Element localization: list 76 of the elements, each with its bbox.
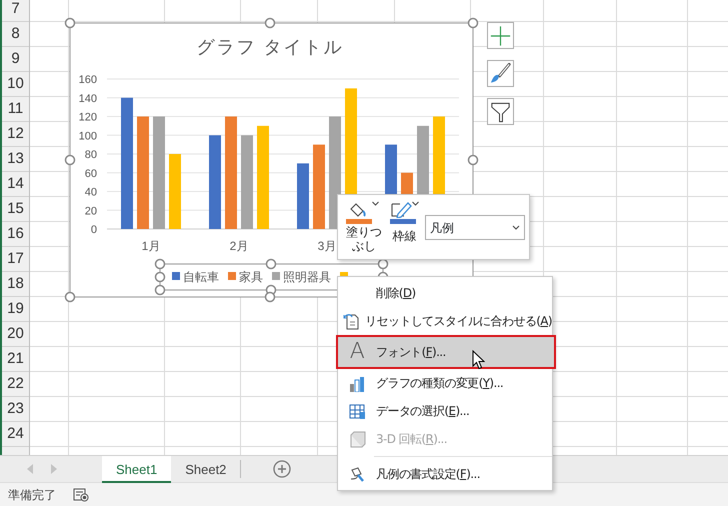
bar-chart-icon bbox=[348, 374, 366, 392]
font-icon: A bbox=[350, 341, 364, 363]
scroll-right-icon bbox=[50, 464, 58, 474]
row-header[interactable]: 11 bbox=[2, 97, 29, 122]
row-header[interactable]: 15 bbox=[2, 197, 29, 222]
row-header[interactable]: 24 bbox=[2, 422, 29, 447]
resize-handle[interactable] bbox=[154, 258, 166, 270]
row-header[interactable]: 10 bbox=[2, 72, 29, 97]
menu-item[interactable]: 凡例の書式設定(F)... bbox=[338, 460, 552, 488]
row-header[interactable]: 22 bbox=[2, 372, 29, 397]
table-grid-icon bbox=[348, 402, 366, 420]
resize-handle[interactable] bbox=[264, 292, 276, 302]
macro-record-icon bbox=[73, 488, 89, 502]
mouse-cursor-icon bbox=[472, 350, 485, 370]
chevron-down-icon bbox=[512, 224, 520, 230]
bar bbox=[297, 163, 309, 229]
category-label: 2月 bbox=[230, 239, 248, 253]
axis-label: 140 bbox=[78, 92, 97, 105]
format-brush-icon bbox=[348, 466, 366, 482]
category-label: 3月 bbox=[318, 239, 336, 253]
axis-label: 120 bbox=[78, 112, 97, 124]
row-header[interactable]: 17 bbox=[2, 247, 29, 272]
chart-title: グラフ タイトル bbox=[196, 37, 344, 57]
row-header[interactable]: 19 bbox=[2, 297, 29, 322]
axis-label: 40 bbox=[84, 186, 97, 198]
status-text: 準備完了 bbox=[8, 486, 56, 504]
resize-handle[interactable] bbox=[64, 18, 76, 28]
reset-style-icon bbox=[343, 312, 360, 330]
resize-handle[interactable] bbox=[154, 284, 166, 296]
menu-item[interactable]: A フォント(F)... bbox=[338, 337, 554, 367]
caret-icon bbox=[372, 201, 378, 207]
menu-item[interactable]: リセットしてスタイルに合わせる(A) bbox=[338, 307, 552, 335]
row-header[interactable]: 20 bbox=[2, 322, 29, 347]
row-header[interactable]: 18 bbox=[2, 272, 29, 297]
fill-button[interactable]: 塗りつぶし bbox=[344, 199, 384, 256]
outline-button[interactable]: 枠線 bbox=[388, 199, 421, 246]
row-header[interactable]: 13 bbox=[2, 147, 29, 172]
axis-label: 20 bbox=[84, 205, 97, 218]
add-sheet-icon[interactable] bbox=[273, 460, 292, 478]
menu-item[interactable]: グラフの種類の変更(Y)... bbox=[338, 369, 552, 397]
legend-label: 照明器具 bbox=[283, 270, 331, 284]
category-label: 1月 bbox=[142, 239, 160, 253]
scroll-left-icon bbox=[26, 464, 34, 474]
axis-label: 80 bbox=[84, 149, 97, 161]
row-header[interactable]: 21 bbox=[2, 347, 29, 372]
row-header[interactable]: 16 bbox=[2, 222, 29, 247]
resize-handle[interactable] bbox=[64, 154, 76, 166]
row-header[interactable]: 8 bbox=[2, 22, 29, 47]
row-header[interactable]: 14 bbox=[2, 172, 29, 197]
caret-icon bbox=[412, 201, 419, 207]
menu-item[interactable]: データの選択(E)... bbox=[338, 397, 552, 425]
axis-label: 60 bbox=[84, 168, 97, 180]
chart-styles-button[interactable] bbox=[487, 60, 514, 87]
chart-elements-button[interactable] bbox=[487, 22, 514, 49]
chart-filters-button[interactable] bbox=[487, 98, 514, 125]
element-select[interactable]: 凡例 bbox=[425, 215, 525, 240]
resize-handle[interactable] bbox=[266, 258, 276, 270]
cube-icon bbox=[348, 430, 366, 448]
row-header[interactable]: 7 bbox=[2, 0, 29, 22]
resize-handle[interactable] bbox=[468, 18, 478, 28]
row-header[interactable]: 23 bbox=[2, 397, 29, 422]
resize-handle[interactable] bbox=[468, 154, 478, 166]
legend-label: 自転車 bbox=[183, 270, 219, 284]
resize-handle[interactable] bbox=[64, 292, 76, 302]
resize-handle[interactable] bbox=[264, 18, 276, 28]
legend-label: 家具 bbox=[239, 270, 263, 284]
sheet-tab[interactable]: Sheet1 bbox=[102, 456, 172, 482]
resize-handle[interactable] bbox=[154, 272, 166, 282]
axis-label: 100 bbox=[78, 130, 97, 142]
axis-label: 0 bbox=[90, 224, 97, 236]
menu-item[interactable]: 削除(D) bbox=[338, 279, 552, 307]
row-header[interactable]: 12 bbox=[2, 122, 29, 147]
sheet-tab[interactable]: Sheet2 bbox=[171, 456, 240, 482]
pen-icon bbox=[390, 201, 412, 218]
axis-label: 160 bbox=[78, 74, 97, 86]
row-header[interactable]: 9 bbox=[2, 47, 29, 72]
